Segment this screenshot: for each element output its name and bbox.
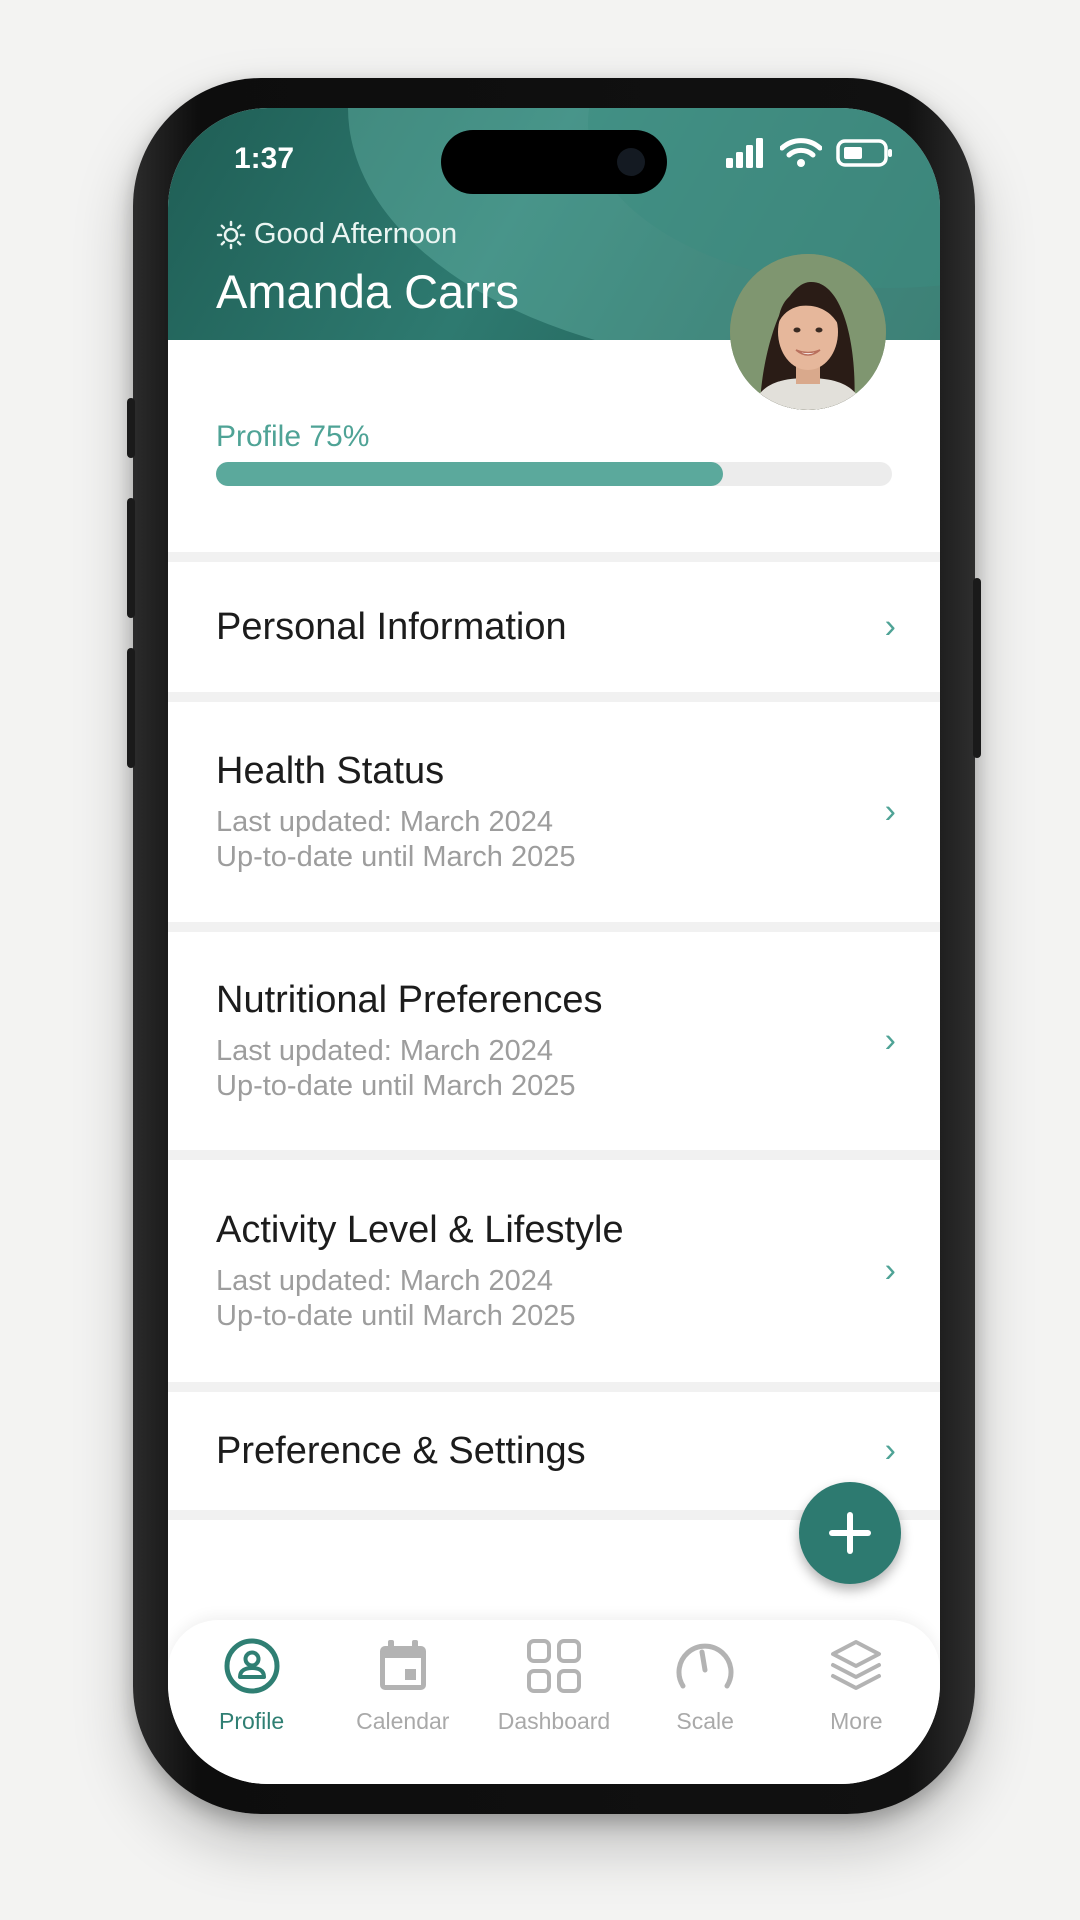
tab-more[interactable]: More [786, 1636, 926, 1784]
profile-progress-fill [216, 462, 723, 486]
dynamic-island [441, 130, 667, 194]
add-button[interactable] [799, 1482, 901, 1584]
status-time: 1:37 [234, 142, 295, 175]
chevron-right-icon: › [884, 1021, 896, 1060]
user-name: Amanda Carrs [216, 265, 519, 318]
greeting: Good Afternoon [216, 218, 457, 251]
menu-item-title: Personal Information [216, 605, 567, 648]
tab-label: Dashboard [497, 1708, 611, 1734]
avatar-photo [730, 254, 886, 410]
menu-item-valid-until: Up-to-date until March 2025 [216, 1069, 576, 1102]
chevron-right-icon: › [884, 607, 896, 646]
menu-item-health-status[interactable]: Health Status Last updated: March 2024 U… [168, 692, 940, 922]
avatar[interactable] [730, 254, 886, 410]
menu-item-personal-information[interactable]: Personal Information › [168, 552, 940, 692]
app-screen: 1:37 Good Afternoon Amanda Carrs Profile… [168, 108, 940, 1784]
tab-label: More [830, 1708, 883, 1734]
profile-progress-bar [216, 462, 892, 486]
tab-label: Calendar [356, 1708, 450, 1734]
signal-icon [726, 138, 763, 168]
tab-scale[interactable]: Scale [635, 1636, 775, 1784]
camera-icon [617, 148, 645, 176]
menu-item-last-updated: Last updated: March 2024 [216, 1034, 553, 1067]
menu-item-nutritional-preferences[interactable]: Nutritional Preferences Last updated: Ma… [168, 922, 940, 1150]
bottom-tab-bar: Profile Calendar Dashboard Scale More [168, 1620, 940, 1784]
menu-item-title: Preference & Settings [216, 1429, 586, 1472]
status-icons [726, 138, 894, 168]
sun-icon [216, 220, 246, 249]
scale-icon [675, 1636, 735, 1696]
tab-label: Profile [218, 1708, 285, 1734]
progress-label: Profile 75% [216, 420, 370, 453]
layers-icon [826, 1636, 886, 1696]
menu-item-last-updated: Last updated: March 2024 [216, 1264, 553, 1297]
plus-icon [829, 1512, 871, 1554]
menu-item-activity-level-lifestyle[interactable]: Activity Level & Lifestyle Last updated:… [168, 1150, 940, 1382]
profile-icon [222, 1636, 282, 1696]
menu-item-title: Health Status [216, 749, 445, 792]
menu-item-last-updated: Last updated: March 2024 [216, 805, 553, 838]
tab-dashboard[interactable]: Dashboard [484, 1636, 624, 1784]
chevron-right-icon: › [884, 1431, 896, 1470]
power-button [973, 578, 981, 758]
profile-menu: Personal Information › Health Status Las… [168, 552, 940, 1520]
volume-down-button [127, 648, 135, 768]
chevron-right-icon: › [884, 1251, 896, 1290]
greeting-text: Good Afternoon [254, 218, 458, 250]
wifi-icon [780, 138, 822, 167]
tab-calendar[interactable]: Calendar [333, 1636, 473, 1784]
battery-icon [836, 139, 892, 167]
tab-label: Scale [676, 1708, 734, 1734]
tab-profile[interactable]: Profile [182, 1636, 322, 1784]
volume-up-button [127, 498, 135, 618]
dashboard-icon [524, 1636, 584, 1696]
menu-item-title: Activity Level & Lifestyle [216, 1208, 624, 1251]
action-button [127, 398, 135, 458]
menu-item-valid-until: Up-to-date until March 2025 [216, 1299, 576, 1332]
menu-item-valid-until: Up-to-date until March 2025 [216, 840, 576, 873]
menu-item-title: Nutritional Preferences [216, 978, 603, 1021]
calendar-icon [373, 1636, 433, 1696]
chevron-right-icon: › [884, 792, 896, 831]
